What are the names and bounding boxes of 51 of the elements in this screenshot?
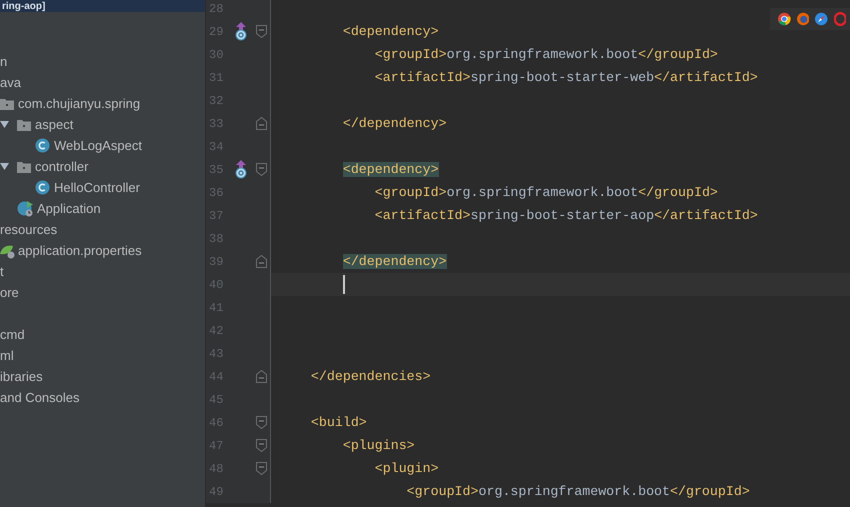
code-line: <dependency> <box>342 23 439 41</box>
tree-item-label[interactable]: application.properties <box>18 240 142 260</box>
opera-icon[interactable] <box>834 11 846 27</box>
expanded-arrow-icon[interactable] <box>0 162 9 171</box>
tree-item-label[interactable]: and Consoles <box>0 388 80 408</box>
tree-item-label[interactable]: ava <box>0 72 21 92</box>
tree-item-label[interactable]: n <box>0 52 8 72</box>
fold-marker-icon[interactable] <box>256 439 267 452</box>
fold-marker-icon[interactable] <box>256 416 267 429</box>
tree-item-label[interactable]: WebLogAspect <box>54 136 142 156</box>
properties-file-icon <box>0 242 16 258</box>
code-line: </dependencies> <box>310 368 431 386</box>
code-line: <artifactId>spring-boot-starter-aop</artifactId> <box>374 207 758 225</box>
code-line: <groupId>org.springframework.boot</groupId> <box>374 184 718 202</box>
code-line: <plugin> <box>374 460 439 478</box>
folder-icon <box>17 118 31 130</box>
folder-icon <box>17 160 31 172</box>
class-icon <box>35 138 50 153</box>
code-line: <plugins> <box>342 437 415 455</box>
overridden-method-icon[interactable] <box>234 22 246 41</box>
firefox-icon[interactable] <box>796 11 809 27</box>
tree-item-label[interactable]: controller <box>35 156 88 176</box>
tree-item-label[interactable]: ibraries <box>0 366 43 386</box>
fold-marker-icon[interactable] <box>256 255 267 268</box>
tree-item-label[interactable]: cmd <box>0 324 25 344</box>
overridden-method-icon[interactable] <box>234 160 246 179</box>
tree-item-label[interactable]: aspect <box>35 114 74 134</box>
class-icon <box>35 180 50 195</box>
code-line: <artifactId>spring-boot-starter-web</artifactId> <box>374 69 758 87</box>
fold-marker-icon[interactable] <box>256 117 267 130</box>
runnable-class-icon <box>17 200 35 217</box>
fold-marker-icon[interactable] <box>256 462 267 475</box>
tree-item-label[interactable]: Application <box>37 198 101 218</box>
fold-marker-icon[interactable] <box>256 25 267 38</box>
fold-marker-icon[interactable] <box>256 370 267 383</box>
tree-item-label[interactable]: ml <box>0 346 14 366</box>
expanded-arrow-icon[interactable] <box>0 120 9 129</box>
window-title: ring-aop] <box>2 0 46 12</box>
tree-item-label[interactable]: HelloController <box>54 178 140 198</box>
code-line: <groupId>org.springframework.boot</groupId> <box>374 46 718 64</box>
compass-icon[interactable] <box>815 11 828 27</box>
tree-item-label[interactable]: ore <box>0 282 19 302</box>
code-line: </dependency> <box>342 115 447 133</box>
tree-item-label[interactable]: com.chujianyu.spring <box>18 94 140 114</box>
code-line: <build> <box>310 414 367 432</box>
tree-item-label[interactable]: t <box>0 262 4 282</box>
fold-marker-icon[interactable] <box>256 163 267 176</box>
tree-item-label[interactable]: resources <box>0 220 58 240</box>
code-line: <groupId>org.springframework.boot</groupId> <box>406 483 750 501</box>
chrome-icon[interactable] <box>778 11 790 27</box>
text-caret <box>343 275 345 294</box>
